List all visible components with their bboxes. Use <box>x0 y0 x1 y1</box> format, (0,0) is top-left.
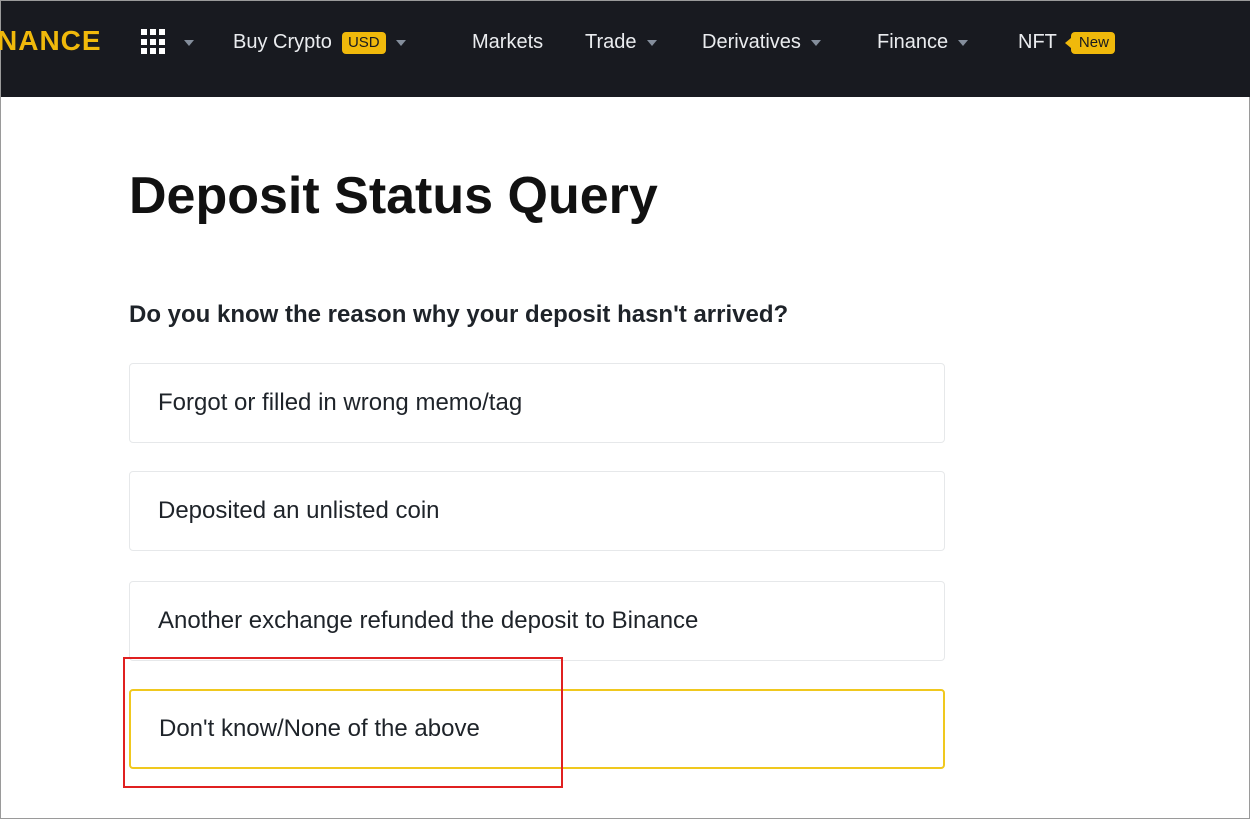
nav-trade[interactable]: Trade <box>585 31 657 54</box>
usd-badge: USD <box>341 31 386 54</box>
apps-chevron-down-icon[interactable] <box>184 40 194 46</box>
nav-finance-label: Finance <box>877 31 949 53</box>
option-wrong-memo[interactable]: Forgot or filled in wrong memo/tag <box>129 363 945 443</box>
option-label: Forgot or filled in wrong memo/tag <box>158 389 523 416</box>
nav-markets[interactable]: Markets <box>472 31 543 54</box>
page-title: Deposit Status Query <box>129 167 658 225</box>
option-label: Deposited an unlisted coin <box>158 497 440 524</box>
nav-buy-crypto-label: Buy Crypto <box>233 31 332 53</box>
option-label: Another exchange refunded the deposit to… <box>158 607 699 634</box>
option-unlisted-coin[interactable]: Deposited an unlisted coin <box>129 471 945 551</box>
chevron-down-icon <box>810 39 821 46</box>
annotation-highlight-box <box>123 657 563 788</box>
brand-logo[interactable]: NANCE <box>0 25 102 57</box>
chevron-down-icon <box>395 39 406 46</box>
nav-derivatives[interactable]: Derivatives <box>702 31 821 54</box>
nav-finance[interactable]: Finance <box>877 31 969 54</box>
nav-nft[interactable]: NFT New <box>1018 31 1115 54</box>
apps-grid-icon[interactable] <box>141 29 167 55</box>
option-exchange-refund[interactable]: Another exchange refunded the deposit to… <box>129 581 945 661</box>
nav-nft-label: NFT <box>1018 31 1057 53</box>
nav-derivatives-label: Derivatives <box>702 31 801 53</box>
chevron-down-icon <box>646 39 657 46</box>
nav-trade-label: Trade <box>585 31 637 53</box>
question-label: Do you know the reason why your deposit … <box>129 301 789 328</box>
chevron-down-icon <box>958 39 969 46</box>
new-badge: New <box>1064 31 1115 54</box>
top-navigation-bar: NANCE Buy Crypto USD Markets Trade Deriv… <box>0 1 1250 97</box>
nav-markets-label: Markets <box>472 31 544 53</box>
nav-buy-crypto[interactable]: Buy Crypto USD <box>233 31 406 54</box>
